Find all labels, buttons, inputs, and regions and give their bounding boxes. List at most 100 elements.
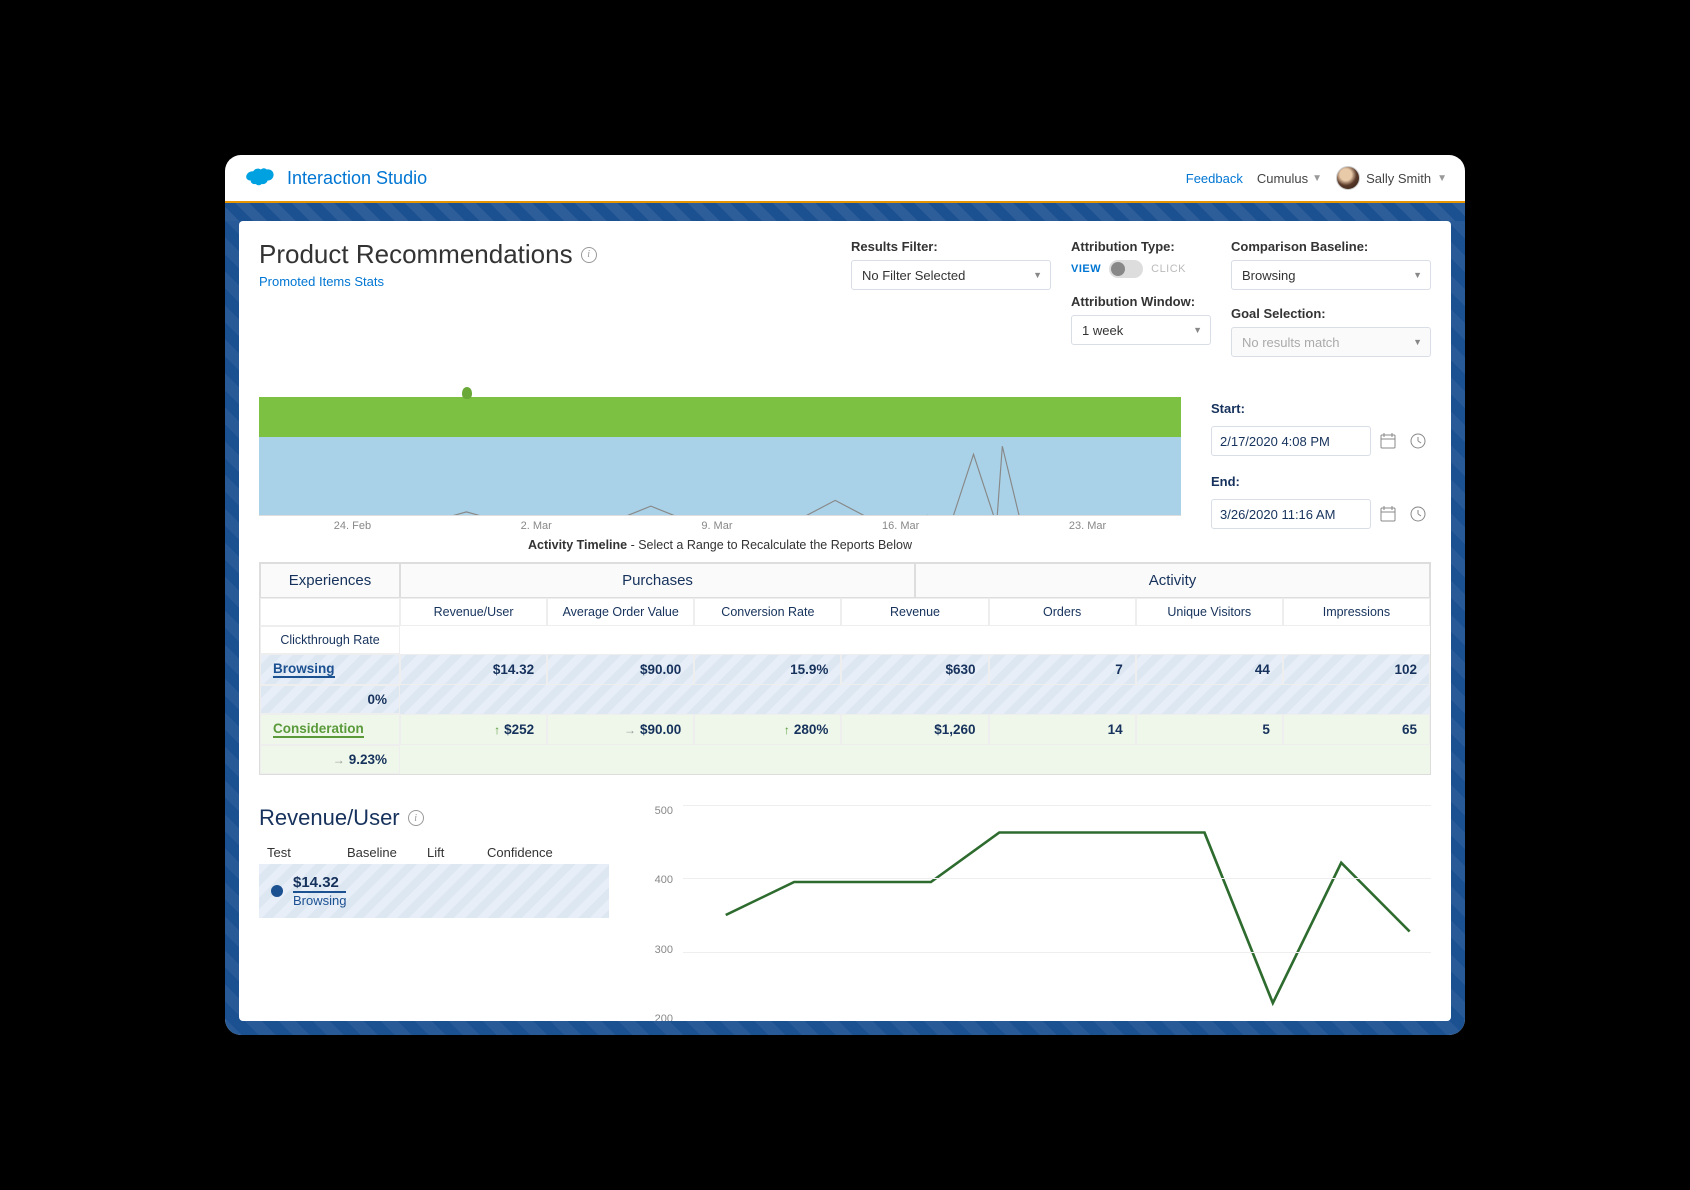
org-name: Cumulus [1257,171,1308,186]
table-col-header: Revenue/User [400,598,547,626]
kpi-col-header: Test [267,845,347,860]
experience-name: Consideration [273,721,364,738]
salesforce-logo-icon [243,166,277,190]
table-cell: 0% [260,685,400,714]
table-cell: $630 [841,654,988,685]
user-name: Sally Smith [1366,171,1431,186]
kpi-value: $14.32 [293,874,346,893]
org-picker[interactable]: Cumulus ▼ [1257,171,1322,186]
timeline-tick: 23. Mar [1069,520,1106,532]
toggle-click-label: CLICK [1151,263,1186,275]
revenue-line-chart: 500400300200 [639,805,1431,1021]
table-cell: →$90.00 [547,714,694,745]
end-label: End: [1211,474,1431,489]
chevron-down-icon: ▼ [1193,325,1202,335]
attribution-window-label: Attribution Window: [1071,294,1211,309]
comparison-baseline-select[interactable]: Browsing ▼ [1231,260,1431,290]
chevron-down-icon: ▼ [1413,270,1422,280]
avatar [1336,166,1360,190]
end-date-input[interactable]: 3/26/2020 11:16 AM [1211,499,1371,529]
table-col-header: Impressions [1283,598,1430,626]
start-date-input[interactable]: 2/17/2020 4:08 PM [1211,426,1371,456]
arrow-flat-icon: → [624,723,636,737]
info-icon[interactable]: i [408,810,424,826]
calendar-icon[interactable] [1375,501,1401,527]
colgroup-purchases: Purchases [400,563,915,598]
timeline-tick: 24. Feb [334,520,371,532]
table-cell: 14 [989,714,1136,745]
table-col-header: Orders [989,598,1136,626]
results-filter-select[interactable]: No Filter Selected ▼ [851,260,1051,290]
experience-name: Browsing [273,661,335,678]
table-cell: ↑280% [694,714,841,745]
results-filter-value: No Filter Selected [862,268,965,283]
y-tick: 500 [639,805,673,817]
info-icon[interactable]: i [581,247,597,263]
timeline-tick: 2. Mar [521,520,552,532]
kpi-title-text: Revenue/User [259,805,400,831]
table-row[interactable]: Consideration↑$252→$90.00↑280%$1,2601456… [260,714,1430,774]
table-cell: 102 [1283,654,1430,685]
page-title: Product Recommendations i [259,239,821,270]
timeline-tick: 9. Mar [701,520,732,532]
table-cell: 44 [1136,654,1283,685]
timeline-ticks: 24. Feb 2. Mar 9. Mar 16. Mar 23. Mar [259,515,1181,532]
clock-icon[interactable] [1405,501,1431,527]
feedback-link[interactable]: Feedback [1186,171,1243,186]
table-col-header: Clickthrough Rate [260,626,400,654]
topbar: Interaction Studio Feedback Cumulus ▼ Sa… [225,155,1465,203]
series-dot-icon [271,885,283,897]
table-cell: $14.32 [400,654,547,685]
end-date-value: 3/26/2020 11:16 AM [1220,507,1335,522]
chevron-down-icon: ▼ [1437,173,1447,184]
arrow-up-icon: ↑ [784,723,790,737]
metrics-table: Experiences Purchases Activity Revenue/U… [259,562,1431,775]
kpi-col-header: Confidence [487,845,587,860]
kpi-col-header: Lift [427,845,487,860]
results-filter-label: Results Filter: [851,239,1051,254]
goal-selection-value: No results match [1242,335,1340,350]
colgroup-activity: Activity [915,563,1430,598]
decorative-strip [225,203,1465,221]
attribution-window-value: 1 week [1082,323,1123,338]
attribution-toggle[interactable] [1109,260,1143,278]
arrow-up-icon: ↑ [494,723,500,737]
calendar-icon[interactable] [1375,428,1401,454]
timeline-caption-bold: Activity Timeline [528,538,627,552]
table-cell: 7 [989,654,1136,685]
comparison-baseline-value: Browsing [1242,268,1295,283]
toggle-view-label: VIEW [1071,263,1101,275]
comparison-baseline-label: Comparison Baseline: [1231,239,1431,254]
table-cell: 15.9% [694,654,841,685]
timeline-caption-rest: - Select a Range to Recalculate the Repo… [627,538,912,552]
arrow-flat-icon: → [333,753,345,767]
main-content: Product Recommendations i Promoted Items… [239,221,1451,1021]
clock-icon[interactable] [1405,428,1431,454]
table-cell: 5 [1136,714,1283,745]
user-menu[interactable]: Sally Smith ▼ [1336,166,1447,190]
y-tick: 300 [639,944,673,956]
goal-selection-select[interactable]: No results match ▼ [1231,327,1431,357]
table-cell: →9.23% [260,745,400,774]
app-title: Interaction Studio [287,168,427,189]
activity-timeline-chart[interactable]: 24. Feb 2. Mar 9. Mar 16. Mar 23. Mar Activi… [259,397,1181,552]
table-col-header: Average Order Value [547,598,694,626]
table-row[interactable]: Browsing$14.32$90.0015.9%$6307441020% [260,654,1430,714]
promoted-items-link[interactable]: Promoted Items Stats [259,274,384,289]
kpi-name: Browsing [293,893,346,908]
timeline-caption: Activity Timeline - Select a Range to Re… [259,538,1181,552]
table-cell: ↑$252 [400,714,547,745]
attribution-type-label: Attribution Type: [1071,239,1211,254]
table-col-header: Revenue [841,598,988,626]
attribution-window-select[interactable]: 1 week ▼ [1071,315,1211,345]
start-date-value: 2/17/2020 4:08 PM [1220,434,1330,449]
kpi-col-header: Baseline [347,845,427,860]
kpi-row-browsing[interactable]: $14.32 Browsing [259,864,609,918]
chevron-down-icon: ▼ [1033,270,1042,280]
table-col-header: Conversion Rate [694,598,841,626]
timeline-tick: 16. Mar [882,520,919,532]
table-cell: $1,260 [841,714,988,745]
y-tick: 200 [639,1013,673,1021]
col-experiences: Experiences [260,563,400,598]
table-col-header: Unique Visitors [1136,598,1283,626]
